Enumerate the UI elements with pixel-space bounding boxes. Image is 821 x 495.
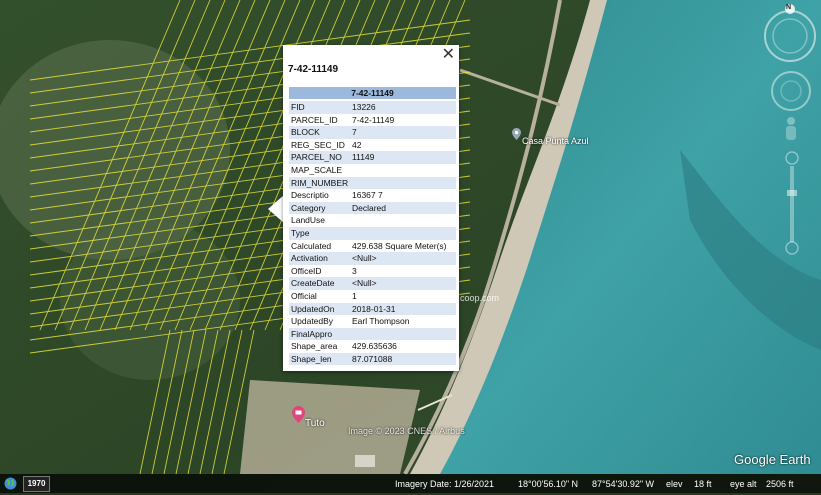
historical-imagery-year[interactable]: 1970 bbox=[23, 476, 50, 492]
attribute-row: BLOCK 7 bbox=[289, 126, 456, 139]
attribute-key: Descriptio bbox=[291, 190, 329, 201]
attribute-key: Activation bbox=[291, 253, 328, 264]
attribute-key: UpdatedOn bbox=[291, 303, 335, 314]
zoom-slider[interactable] bbox=[784, 150, 800, 261]
attribute-key: CreateDate bbox=[291, 278, 335, 289]
attribute-value: 42 bbox=[352, 139, 362, 150]
place-label-tuto[interactable]: Tuto bbox=[305, 418, 325, 429]
attribute-row: MAP_SCALE bbox=[289, 164, 456, 177]
attribute-key: Calculated bbox=[291, 240, 332, 251]
attribute-key: Shape_area bbox=[291, 341, 338, 352]
parcel-info-popup: ✕ 7-42-11149 7-42-11149 FID 13226 PARCEL_I… bbox=[283, 45, 459, 371]
attribute-row: PARCEL_ID 7-42-11149 bbox=[289, 114, 456, 127]
attribute-key: Type bbox=[291, 227, 310, 238]
attribute-value: 429.635636 bbox=[352, 341, 397, 352]
place-pin-icon[interactable] bbox=[512, 127, 521, 145]
restaurant-pin-icon[interactable] bbox=[292, 406, 305, 428]
longitude-readout: 87°54'30.92" W bbox=[592, 479, 655, 489]
attribute-value: 11149 bbox=[352, 152, 375, 163]
attribute-key: Shape_len bbox=[291, 353, 332, 364]
attribute-key: FinalAppro bbox=[291, 328, 333, 339]
attribute-value bbox=[352, 328, 456, 341]
popup-title: 7-42-11149 bbox=[288, 64, 339, 75]
watermark-fragment: coop.com bbox=[460, 293, 500, 303]
attribute-value bbox=[352, 214, 456, 227]
compass-control[interactable]: N bbox=[762, 4, 818, 67]
attribute-row: Type bbox=[289, 226, 456, 240]
attribute-row: Descriptio 16367 7 bbox=[289, 189, 456, 202]
imagery-copyright: Image © 2023 CNES / Airbus bbox=[348, 426, 465, 436]
attribute-value: Declared bbox=[352, 202, 387, 213]
attribute-row: UpdatedBy Earl Thompson bbox=[289, 315, 456, 328]
attribute-key: UpdatedBy bbox=[291, 316, 334, 327]
street-view-icon[interactable] bbox=[781, 115, 801, 150]
attribute-key: OfficeID bbox=[291, 265, 322, 276]
attribute-value: 87.071088 bbox=[352, 353, 393, 364]
attribute-value: <Null> bbox=[352, 278, 377, 289]
close-icon[interactable]: ✕ bbox=[442, 46, 455, 64]
eye-altitude-value: 2506 ft bbox=[766, 479, 794, 489]
attribute-row: REG_SEC_ID 42 bbox=[289, 139, 456, 152]
attribute-key: PARCEL_NO bbox=[291, 152, 342, 163]
attribute-row: CreateDate <Null> bbox=[289, 277, 456, 290]
attribute-key: PARCEL_ID bbox=[291, 114, 338, 125]
attribute-value: 16367 7 bbox=[352, 190, 383, 201]
attribute-row: Shape_area 429.635636 bbox=[289, 340, 456, 353]
attribute-key: Category bbox=[291, 202, 326, 213]
north-indicator: N bbox=[786, 4, 792, 11]
attribute-key: RIM_NUMBER bbox=[291, 177, 349, 188]
globe-icon[interactable] bbox=[4, 477, 17, 495]
attribute-value: <Null> bbox=[352, 253, 377, 264]
attribute-row: Shape_len 87.071088 bbox=[289, 352, 456, 366]
attribute-key: BLOCK bbox=[291, 127, 320, 138]
look-control[interactable] bbox=[770, 70, 812, 117]
attribute-value bbox=[352, 227, 456, 240]
attribute-row: FinalAppro bbox=[289, 327, 456, 341]
building bbox=[355, 455, 375, 467]
attribute-table: FID 13226 PARCEL_ID 7-42-11149 BLOCK 7 REG_SEC… bbox=[289, 101, 456, 366]
attribute-value: 3 bbox=[352, 265, 357, 276]
attribute-row: Official 1 bbox=[289, 290, 456, 303]
attribute-value: 7-42-11149 bbox=[352, 114, 395, 125]
attribute-value bbox=[352, 164, 456, 177]
attribute-value: 1 bbox=[352, 290, 357, 301]
attribute-key: REG_SEC_ID bbox=[291, 139, 345, 150]
attribute-table-header: 7-42-11149 bbox=[289, 87, 456, 99]
imagery-date: Imagery Date: 1/26/2021 bbox=[395, 479, 495, 489]
attribute-value: 2018-01-31 bbox=[352, 303, 396, 314]
attribute-value: 13226 bbox=[352, 102, 376, 112]
attribute-key: LandUse bbox=[291, 215, 326, 226]
attribute-key: MAP_SCALE bbox=[291, 164, 343, 175]
attribute-value: 7 bbox=[352, 127, 357, 138]
attribute-row: Activation <Null> bbox=[289, 252, 456, 265]
elevation-value: 18 ft bbox=[694, 479, 712, 489]
attribute-row: UpdatedOn 2018-01-31 bbox=[289, 302, 456, 316]
attribute-row: RIM_NUMBER bbox=[289, 176, 456, 190]
attribute-value: Earl Thompson bbox=[352, 316, 410, 327]
brand-logo: Google Earth bbox=[734, 452, 811, 467]
popup-pointer bbox=[268, 195, 284, 223]
eye-altitude-label: eye alt bbox=[730, 479, 757, 489]
place-label-casa-punta-azul[interactable]: Casa Punta Azul bbox=[522, 136, 589, 146]
attribute-row: OfficeID 3 bbox=[289, 265, 456, 278]
attribute-value: 429.638 Square Meter(s) bbox=[352, 240, 447, 251]
attribute-row: Calculated 429.638 Square Meter(s) bbox=[289, 240, 456, 253]
attribute-row: LandUse bbox=[289, 214, 456, 227]
attribute-key: FID bbox=[291, 102, 305, 112]
latitude-readout: 18°00'56.10" N bbox=[518, 479, 579, 489]
attribute-row: Category Declared bbox=[289, 201, 456, 215]
elevation-label: elev bbox=[666, 479, 683, 489]
attribute-row: PARCEL_NO 11149 bbox=[289, 151, 456, 164]
attribute-key: Official bbox=[291, 290, 317, 301]
attribute-row: FID 13226 bbox=[289, 101, 456, 114]
attribute-value bbox=[352, 177, 456, 190]
